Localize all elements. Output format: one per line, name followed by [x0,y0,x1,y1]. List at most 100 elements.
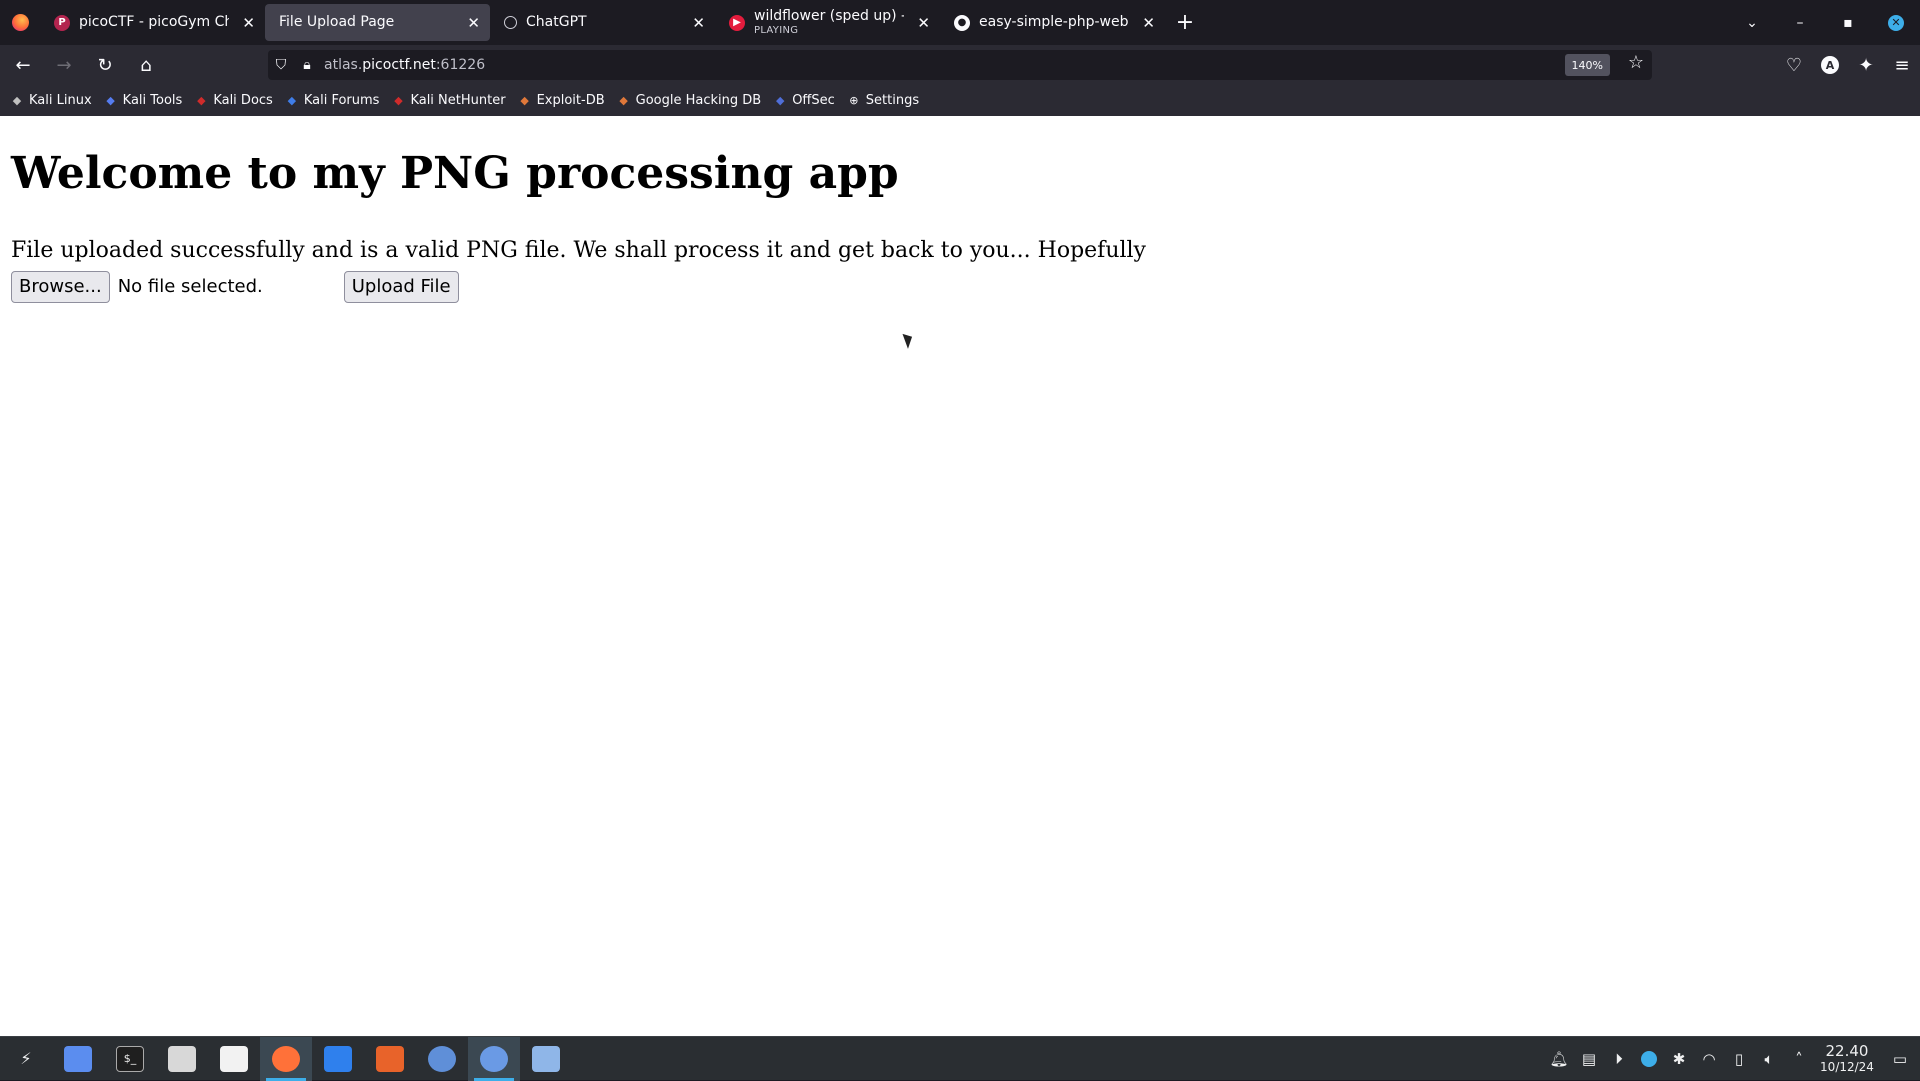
close-tab-icon[interactable]: ✕ [692,14,705,32]
bookmark-kali-docs[interactable]: ◆ Kali Docs [194,93,273,108]
firefox-menu-icon[interactable] [0,0,40,45]
kali-tools-icon: ◆ [106,94,115,107]
bookmark-kali-forums[interactable]: ◆ Kali Forums [285,93,380,108]
tab-title: easy-simple-php-webshell. [979,14,1129,30]
kali-forums-icon: ◆ [287,94,297,107]
zoom-indicator[interactable]: 140% [1564,54,1610,76]
tray-expand-icon[interactable]: ˄ [1784,1037,1814,1081]
close-window-icon[interactable]: ✕ [1872,0,1920,45]
notification-bell-icon[interactable]: 🔔︎ [1544,1037,1574,1081]
system-tray: 🔔︎ ▤ ⏵ ✱ ◠ ▯ 🔈︎ ˄ 22.40 10/12/24 ▭ [1544,1037,1920,1081]
show-desktop-icon[interactable]: ▭ [1880,1037,1920,1081]
exploitdb-icon: ◆ [520,94,529,107]
youtube-icon: ▶ [729,14,745,31]
tab-playing-label: PLAYING [754,24,799,36]
network-tool-icon[interactable] [520,1037,572,1081]
bookmark-offsec[interactable]: ◆ OffSec [773,93,835,108]
upload-file-button[interactable]: Upload File [343,270,459,303]
bookmark-label: Kali NetHunter [410,93,506,108]
app-menu-icon[interactable]: ≡ [1884,49,1920,81]
pocket-icon[interactable]: ♡ [1776,49,1812,81]
taskbar: ⚡ $_ 🔔︎ ▤ ⏵ ✱ ◠ ▯ 🔈︎ ˄ 22.40 10/12/24 ▭ [0,1036,1920,1081]
taskbar-apps: ⚡ $_ [0,1036,572,1081]
bookmark-kali-nethunter[interactable]: ◆ Kali NetHunter [391,93,505,108]
terminal-icon[interactable]: $_ [104,1037,156,1081]
close-tab-icon[interactable]: ✕ [467,14,480,32]
bookmark-exploit-db[interactable]: ◆ Exploit-DB [518,93,604,108]
tab-github[interactable]: ● easy-simple-php-webshell. ✕ [940,4,1165,41]
bookmark-star-icon[interactable]: ☆ [1628,52,1644,73]
account-icon[interactable]: A [1812,49,1848,81]
list-all-tabs-icon[interactable]: ⌄ [1728,0,1776,45]
back-icon[interactable]: ← [5,49,41,81]
globe-icon: ⊕ [849,94,859,107]
kali-dragon-icon: ◆ [12,94,22,107]
tab-youtube[interactable]: ▶ wildflower (sped up) - YouT PLAYING ✕ [715,4,940,41]
bookmark-google-hacking-db[interactable]: ◆ Google Hacking DB [617,93,762,108]
tab-title: File Upload Page [279,14,395,30]
chatgpt-icon [504,16,517,29]
media-player-icon[interactable]: ⏵ [1604,1037,1634,1081]
maximize-icon[interactable]: ▪ [1824,0,1872,45]
tab-chatgpt[interactable]: ChatGPT ✕ [490,4,715,41]
bookmark-label: OffSec [792,93,835,108]
text-editor-icon[interactable] [208,1037,260,1081]
tab-file-upload[interactable]: File Upload Page ✕ [265,4,490,41]
close-tab-icon[interactable]: ✕ [1142,14,1155,32]
bookmark-settings[interactable]: ⊕ Settings [847,93,919,108]
tab-strip: P picoCTF - picoGym Challen ✕ File Uploa… [0,0,1920,45]
vscode-icon[interactable] [312,1037,364,1081]
chromium-icon[interactable] [416,1037,468,1081]
clock-date: 10/12/24 [1820,1059,1874,1074]
tab-picoctf[interactable]: P picoCTF - picoGym Challen ✕ [40,4,265,41]
offsec-icon: ◆ [775,94,785,107]
workspace-icon[interactable] [52,1037,104,1081]
new-tab-button[interactable]: + [1165,0,1205,45]
nethunter-icon: ◆ [394,94,403,107]
close-tab-icon[interactable]: ✕ [242,14,255,32]
extensions-icon[interactable]: ✦ [1848,49,1884,81]
files-icon[interactable] [156,1037,208,1081]
bookmark-label: Kali Tools [122,93,183,108]
kali-menu-icon[interactable]: ⚡ [0,1037,52,1081]
status-message: File uploaded successfully and is a vali… [11,238,1146,264]
page-title: Welcome to my PNG processing app [11,148,899,199]
bookmark-kali-tools[interactable]: ◆ Kali Tools [104,93,183,108]
lock-icon[interactable]: 🔒︎ [294,57,320,73]
battery-icon[interactable]: ▯ [1724,1037,1754,1081]
file-status: No file selected. [117,276,263,298]
home-icon[interactable]: ⌂ [128,49,164,81]
url-text[interactable]: atlas.picoctf.net:61226 [324,57,485,73]
forward-icon[interactable]: → [46,49,82,81]
wifi-icon[interactable]: ◠ [1694,1037,1724,1081]
clipboard-icon[interactable]: ▤ [1574,1037,1604,1081]
page-content: Welcome to my PNG processing app File up… [0,116,1920,1036]
kali-docs-icon: ◆ [197,94,206,107]
tab-title: wildflower (sped up) - YouT [754,9,904,25]
bookmark-label: Settings [865,93,920,108]
reload-icon[interactable]: ↻ [87,49,123,81]
minimize-icon[interactable]: – [1776,0,1824,45]
vpn-icon[interactable] [1634,1037,1664,1081]
bluetooth-icon[interactable]: ✱ [1664,1037,1694,1081]
clock-time: 22.40 [1825,1042,1869,1061]
chrome-icon[interactable] [468,1036,520,1081]
ghdb-icon: ◆ [619,94,628,107]
browse-button[interactable]: Browse... [11,270,110,303]
bookmark-kali-linux[interactable]: ◆ Kali Linux [10,93,92,108]
shield-icon[interactable]: ⛉ [268,57,294,73]
address-bar[interactable]: ⛉ 🔒︎ atlas.picoctf.net:61226 140% ☆ [268,50,1652,80]
tab-title: ChatGPT [526,14,587,30]
firefox-icon[interactable] [260,1036,312,1081]
tab-title: picoCTF - picoGym Challen [79,14,229,30]
upload-form: Browse... No file selected. Upload File [11,270,1920,304]
burpsuite-icon[interactable] [364,1037,416,1081]
volume-icon[interactable]: 🔈︎ [1754,1037,1784,1081]
clock[interactable]: 22.40 10/12/24 [1814,1043,1880,1074]
bookmark-label: Kali Linux [29,93,92,108]
navigation-toolbar: ← → ↻ ⌂ ⛉ 🔒︎ atlas.picoctf.net:61226 140… [0,45,1920,85]
picoctf-icon: P [54,14,70,31]
close-tab-icon[interactable]: ✕ [917,14,930,32]
bookmark-label: Google Hacking DB [635,93,762,108]
bookmark-label: Kali Docs [213,93,273,108]
